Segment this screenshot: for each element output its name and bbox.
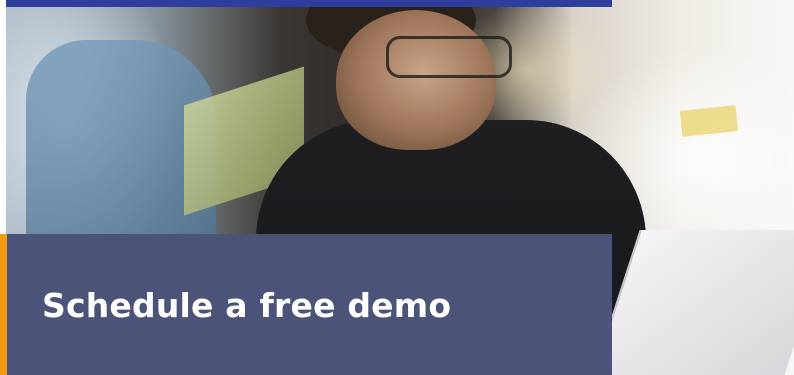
cta-accent-stripe	[0, 234, 7, 375]
cta-panel[interactable]: Schedule a free demo	[0, 234, 612, 375]
top-accent-bar	[6, 0, 612, 7]
photo-sticky-note	[679, 105, 739, 137]
photo-glasses	[386, 36, 512, 78]
photo-person-head	[336, 10, 496, 150]
cta-title[interactable]: Schedule a free demo	[0, 284, 451, 325]
